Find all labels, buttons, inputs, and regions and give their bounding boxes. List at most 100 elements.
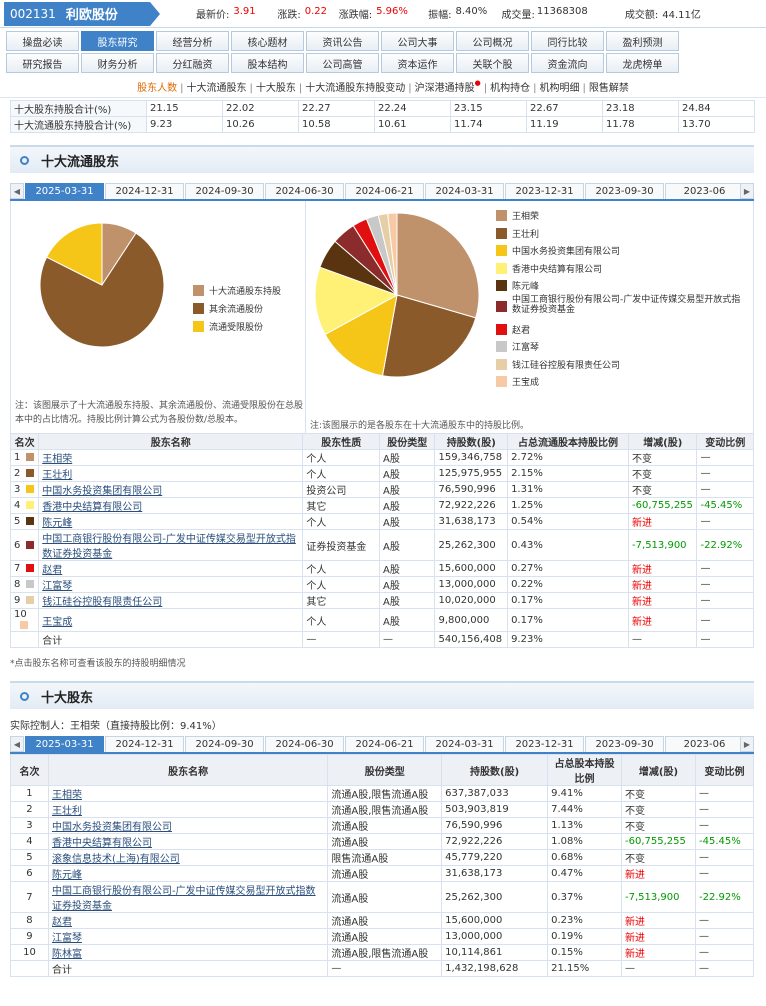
summary-label: 十大流通股东持股合计(%)	[10, 116, 147, 133]
holder-name-link[interactable]: 江富琴	[42, 581, 72, 592]
date-tab-2[interactable]: 2024-09-30	[185, 183, 264, 199]
tab-tabrow2-1[interactable]: 财务分析	[81, 53, 154, 73]
holder-name-link[interactable]: 赵君	[42, 565, 62, 576]
column-header: 增减(股)	[628, 433, 698, 450]
holder-name-link[interactable]: 滚象信息技术(上海)有限公司	[52, 854, 180, 865]
holder-name-link[interactable]: 王壮利	[42, 470, 72, 481]
date-tab-2[interactable]: 2024-09-30	[185, 736, 264, 752]
legend-label: 其余流通股份	[209, 304, 264, 315]
nature-cell: 个人	[302, 560, 381, 577]
legend-item-3: 香港中央结算有限公司	[496, 260, 746, 278]
tab-tabrow1-4[interactable]: 资讯公告	[306, 31, 379, 51]
type-cell: 流通A股	[327, 912, 443, 929]
scroll-right-icon[interactable]: ▶	[740, 736, 754, 752]
tab-tabrow1-6[interactable]: 公司概况	[456, 31, 529, 51]
holder-name-link[interactable]: 王宝成	[42, 617, 72, 628]
table-row: 8 江富琴 个人 A股 13,000,000 0.22% 新进 —	[9, 576, 754, 593]
scroll-right-icon[interactable]: ▶	[740, 183, 754, 199]
table-row: 4 香港中央结算有限公司 其它 A股 72,922,226 1.25% -60,755,25…	[9, 497, 754, 514]
tab-tabrow1-1[interactable]: 股东研究	[81, 31, 154, 51]
shares-cell: 15,600,000	[434, 560, 509, 577]
date-tab-5[interactable]: 2024-03-31	[425, 736, 504, 752]
subnav-item-1[interactable]: 十大流通股东	[187, 83, 247, 94]
pie-left-legend: 十大流通股东持股 其余流通股份 流通受限股份	[193, 281, 281, 335]
tab-tabrow2-7[interactable]: 资金流向	[531, 53, 604, 73]
holder-name-link[interactable]: 中国工商银行股份有限公司-广发中证传媒交易型开放式指数证券投资基金	[52, 886, 316, 912]
holder-name-link[interactable]: 香港中央结算有限公司	[52, 838, 152, 849]
type-cell: 流通A股	[327, 817, 443, 834]
holder-name-link[interactable]: 中国工商银行股份有限公司-广发中证传媒交易型开放式指数证券投资基金	[42, 534, 296, 560]
date-tab-6[interactable]: 2023-12-31	[505, 183, 584, 199]
date-tab-5[interactable]: 2024-03-31	[425, 183, 504, 199]
tab-tabrow1-3[interactable]: 核心题材	[231, 31, 304, 51]
date-tab-0[interactable]: 2025-03-31	[25, 736, 104, 752]
date-tab-0[interactable]: 2025-03-31	[25, 183, 104, 199]
pie-chart-right-panel: 王相荣 王壮利 中国水务投资集团有限公司 香港中央结算有限公司 陈元峰 中国工商银行股份有…	[306, 201, 753, 433]
holder-name-link[interactable]: 陈林富	[52, 949, 82, 960]
shares-cell: 10,020,000	[434, 592, 509, 609]
holder-name-link[interactable]: 江富琴	[52, 933, 82, 944]
subnav-item-4[interactable]: 沪深港通持股	[415, 83, 475, 94]
date-tab-8[interactable]: 2023-06	[665, 183, 744, 199]
change-pct-cell: —	[696, 560, 754, 577]
color-swatch	[26, 596, 35, 604]
holder-name-link[interactable]: 陈元峰	[52, 870, 82, 881]
rank-cell: 5	[10, 849, 49, 866]
date-tab-4[interactable]: 2024-06-21	[345, 183, 424, 199]
tab-tabrow2-8[interactable]: 龙虎榜单	[606, 53, 679, 73]
holder-name-link[interactable]: 钱江硅谷控股有限责任公司	[42, 597, 162, 608]
change-pct-cell: —	[694, 785, 755, 802]
date-tab-1[interactable]: 2024-12-31	[105, 736, 184, 752]
summary-row: 十大股东持股合计(%) 21.15 22.02 22.27 22.24 23.15 22.6…	[10, 100, 755, 117]
tab-tabrow2-3[interactable]: 股本结构	[231, 53, 304, 73]
legend-item-2: 中国水务投资集团有限公司	[496, 242, 746, 260]
holder-name-link[interactable]: 中国水务投资集团有限公司	[42, 486, 162, 497]
date-tab-3[interactable]: 2024-06-30	[265, 183, 344, 199]
subnav-item-5[interactable]: 机构持仓	[490, 83, 530, 94]
subnav-item-0[interactable]: 股东人数	[137, 83, 177, 94]
date-tab-1[interactable]: 2024-12-31	[105, 183, 184, 199]
rank: 6	[14, 539, 21, 551]
tab-tabrow2-0[interactable]: 研究报告	[6, 53, 79, 73]
holder-name-link[interactable]: 王相荣	[52, 790, 82, 801]
subnav-item-6[interactable]: 机构明细	[539, 83, 579, 94]
legend-label: 江富琴	[512, 343, 540, 354]
date-tab-4[interactable]: 2024-06-21	[345, 736, 424, 752]
holder-name-link[interactable]: 王壮利	[52, 806, 82, 817]
tab-tabrow1-0[interactable]: 操盘必读	[6, 31, 79, 51]
pie-right-note: 注:该图展示的是各股东在十大流通股东中的持股比例。	[310, 421, 530, 431]
tab-tabrow1-5[interactable]: 公司大事	[381, 31, 454, 51]
subnav-item-7[interactable]: 限售解禁	[589, 83, 629, 94]
tab-tabrow1-8[interactable]: 盈利预测	[606, 31, 679, 51]
date-tab-6[interactable]: 2023-12-31	[505, 736, 584, 752]
scroll-left-icon[interactable]: ◀	[10, 736, 24, 752]
rank-cell: 3	[10, 817, 49, 834]
tab-tabrow2-5[interactable]: 资本运作	[381, 53, 454, 73]
date-tab-7[interactable]: 2023-09-30	[585, 183, 664, 199]
tab-tabrow2-4[interactable]: 公司高管	[306, 53, 379, 73]
name-cell: 王宝成	[38, 608, 304, 632]
date-tab-3[interactable]: 2024-06-30	[265, 736, 344, 752]
tab-tabrow2-6[interactable]: 关联个股	[456, 53, 529, 73]
holder-name-link[interactable]: 中国水务投资集团有限公司	[52, 822, 172, 833]
subnav-item-3[interactable]: 十大流通股东持股变动	[305, 83, 405, 94]
holder-name-link[interactable]: 香港中央结算有限公司	[42, 502, 142, 513]
tab-tabrow1-2[interactable]: 经营分析	[156, 31, 229, 51]
table-row: 10 陈林富 流通A股,限售流通A股 10,114,861 0.15% 新进 —	[10, 944, 755, 961]
legend-item-4: 陈元峰	[496, 277, 746, 295]
subnav-item-2[interactable]: 十大股东	[256, 83, 296, 94]
legend-label: 王壮利	[512, 229, 540, 240]
date-tab-8[interactable]: 2023-06	[665, 736, 744, 752]
nature-cell: 个人	[302, 513, 381, 530]
column-header: 增减(股)	[621, 754, 696, 786]
holder-name-link[interactable]: 王相荣	[42, 454, 72, 465]
tab-tabrow1-7[interactable]: 同行比较	[531, 31, 604, 51]
stock-badge[interactable]: 002131 利欧股份	[4, 1, 160, 26]
holder-name-link[interactable]: 陈元峰	[42, 518, 72, 529]
tab-tabrow2-2[interactable]: 分红融资	[156, 53, 229, 73]
nature-cell: 证券投资基金	[302, 529, 381, 561]
date-tab-7[interactable]: 2023-09-30	[585, 736, 664, 752]
holder-name-link[interactable]: 赵君	[52, 917, 72, 928]
legend-item-1: 王壮利	[496, 225, 746, 243]
scroll-left-icon[interactable]: ◀	[10, 183, 24, 199]
